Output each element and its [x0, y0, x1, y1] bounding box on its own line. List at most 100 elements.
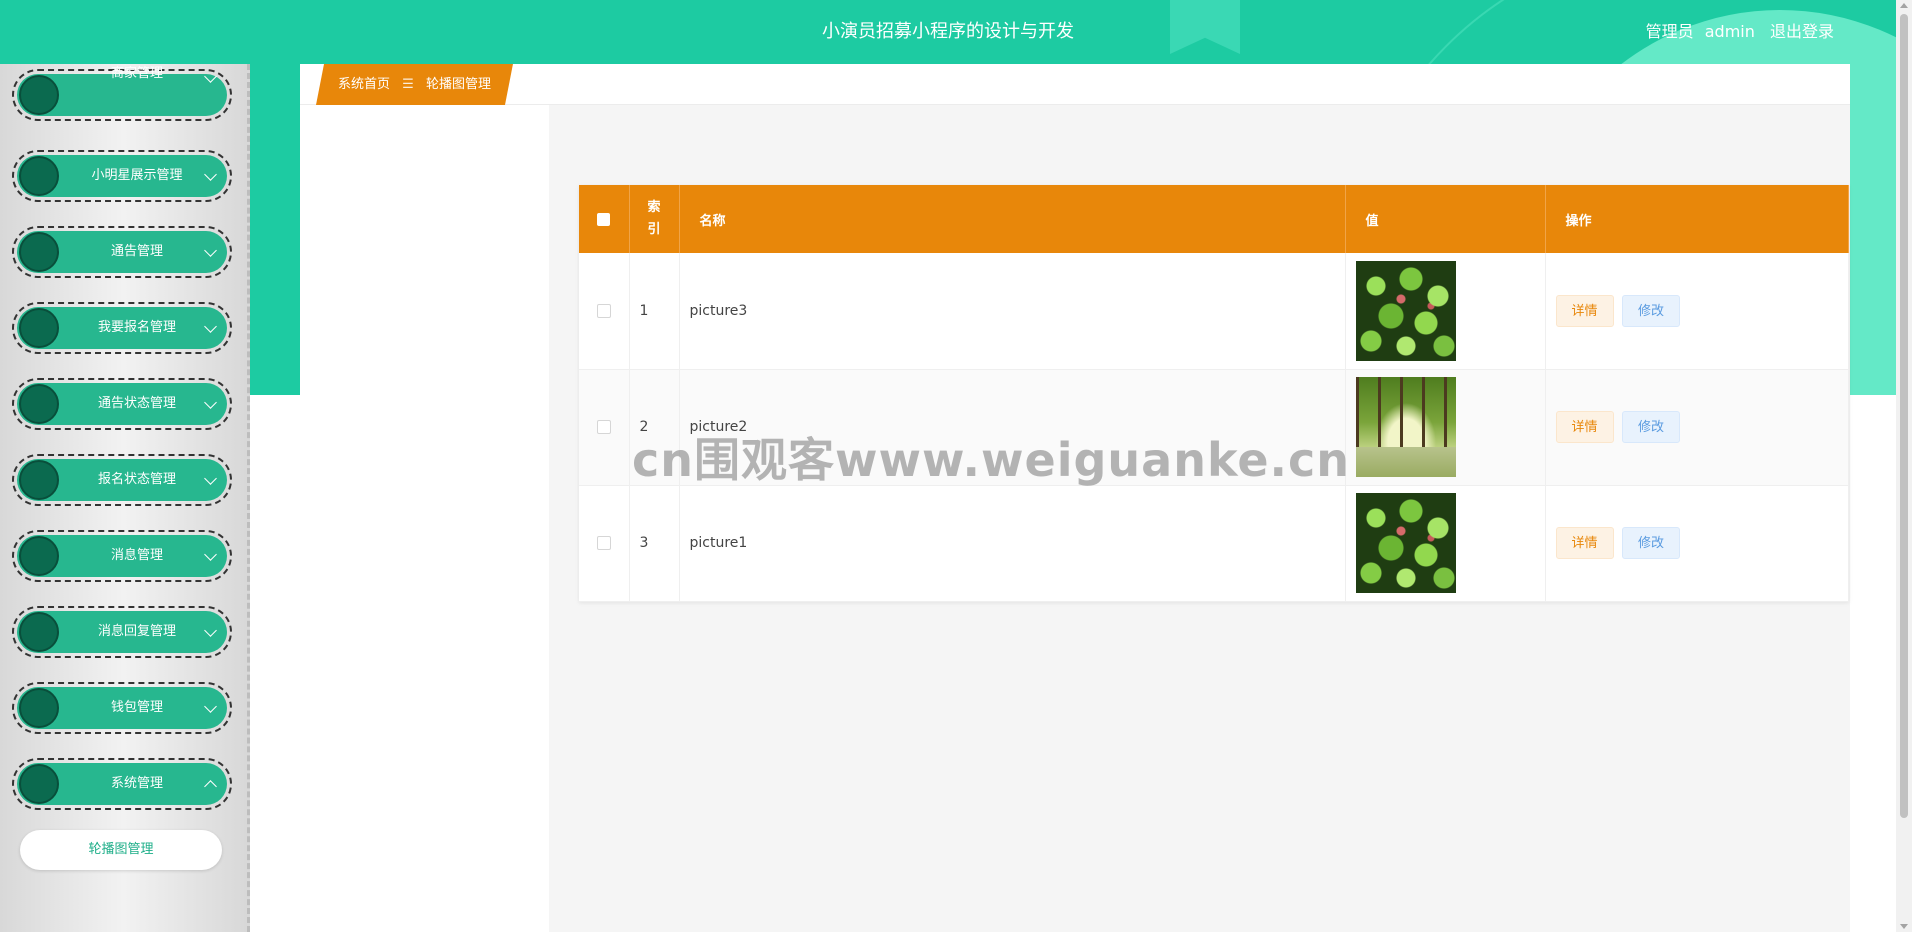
sidebar-subitem-carousel[interactable]: 轮播图管理 — [20, 830, 222, 870]
sidebar-item-label: 钱包管理 — [110, 700, 163, 715]
toggle-knob-icon — [19, 612, 59, 652]
sidebar-item-label: 通告管理 — [110, 244, 163, 259]
chevron-down-icon — [204, 700, 217, 713]
content-left-spacer — [300, 105, 549, 932]
sidebar-item-pill[interactable]: 通告管理 — [17, 231, 227, 273]
user-area: 管理员 admin 退出登录 — [1640, 0, 1834, 64]
header-actions: 操作 — [1545, 185, 1849, 253]
breadcrumb-bar: 系统首页 ☰ 轮播图管理 — [300, 64, 1850, 105]
sidebar-item-notice-status[interactable]: 通告状态管理 — [12, 378, 232, 430]
sidebar-item-pill[interactable]: 报名状态管理 — [17, 459, 227, 501]
table-row: 2 picture2 详情 修改 — [579, 369, 1849, 486]
scroll-down-icon[interactable] — [1900, 924, 1908, 929]
detail-button[interactable]: 详情 — [1555, 411, 1614, 443]
edit-button[interactable]: 修改 — [1621, 527, 1680, 559]
detail-button[interactable]: 详情 — [1555, 527, 1614, 559]
header-index: 索引 — [629, 185, 680, 253]
detail-button[interactable]: 详情 — [1555, 294, 1614, 327]
edit-button[interactable]: 修改 — [1621, 411, 1680, 443]
sidebar-item-label: 报名状态管理 — [97, 472, 176, 487]
header-name: 名称 — [679, 185, 1346, 253]
sidebar: 商家管理 小明星展示管理 通告管理 我要报名管理 通告状态管理 报名状态管理 消… — [0, 64, 250, 932]
toggle-knob-icon — [19, 75, 59, 115]
green-leaves-thumbnail — [1355, 493, 1456, 593]
scrollbar-thumb[interactable] — [1900, 14, 1908, 818]
chevron-down-icon — [204, 168, 217, 181]
sidebar-item-star-showcase[interactable]: 小明星展示管理 — [12, 150, 232, 202]
row-select-cell[interactable] — [579, 253, 630, 370]
row-index: 2 — [629, 369, 680, 486]
toggle-knob-icon — [19, 764, 59, 804]
sidebar-item-pill[interactable]: 我要报名管理 — [17, 307, 227, 349]
header-value: 值 — [1345, 185, 1546, 253]
row-select-cell[interactable] — [579, 485, 630, 602]
row-value — [1345, 369, 1546, 486]
header-select-all[interactable] — [579, 185, 630, 253]
sidebar-item-pill[interactable]: 钱包管理 — [17, 687, 227, 729]
sidebar-item-pill[interactable]: 商家管理 — [17, 66, 227, 116]
row-actions: 详情 修改 — [1545, 253, 1849, 370]
sidebar-item-message-reply[interactable]: 消息回复管理 — [12, 606, 232, 658]
chevron-down-icon — [204, 244, 217, 257]
breadcrumb-separator-icon: ☰ — [402, 77, 414, 92]
content-area: 索引 名称 值 操作 1 picture3 详情 修改 2 picture2 详… — [549, 105, 1850, 932]
sidebar-item-label: 通告状态管理 — [97, 396, 176, 411]
sidebar-item-system[interactable]: 系统管理 — [12, 758, 232, 810]
sidebar-item-pill[interactable]: 消息回复管理 — [17, 611, 227, 653]
carousel-table: 索引 名称 值 操作 1 picture3 详情 修改 2 picture2 详… — [579, 185, 1849, 602]
logout-button[interactable]: 退出登录 — [1770, 22, 1834, 41]
green-leaves-thumbnail — [1355, 260, 1456, 361]
header-index-label: 索引 — [647, 200, 661, 237]
breadcrumb-current: 轮播图管理 — [425, 77, 491, 92]
row-actions: 详情 修改 — [1545, 369, 1849, 486]
row-name: picture1 — [679, 485, 1346, 602]
sidebar-item-message[interactable]: 消息管理 — [12, 530, 232, 582]
row-index: 1 — [629, 253, 680, 370]
sidebar-item-label: 消息回复管理 — [97, 624, 176, 639]
sidebar-item-label: 小明星展示管理 — [91, 168, 183, 183]
top-header: 小演员招募小程序的设计与开发 管理员 admin 退出登录 — [0, 0, 1896, 64]
row-value — [1345, 253, 1546, 370]
chevron-down-icon — [204, 320, 217, 333]
breadcrumb: 系统首页 ☰ 轮播图管理 — [316, 64, 513, 105]
toggle-knob-icon — [19, 308, 59, 348]
toggle-knob-icon — [19, 232, 59, 272]
sidebar-item-pill[interactable]: 系统管理 — [17, 763, 227, 805]
scroll-up-icon[interactable] — [1900, 3, 1908, 8]
row-select-cell[interactable] — [579, 369, 630, 486]
row-index: 3 — [629, 485, 680, 602]
table-header-row: 索引 名称 值 操作 — [579, 185, 1849, 253]
row-name: picture2 — [679, 369, 1346, 486]
sidebar-item-pill[interactable]: 通告状态管理 — [17, 383, 227, 425]
row-checkbox[interactable] — [596, 303, 611, 318]
row-value — [1345, 485, 1546, 602]
forest-path-thumbnail — [1355, 377, 1456, 477]
sidebar-item-label: 我要报名管理 — [97, 320, 176, 335]
sidebar-item-pill[interactable]: 小明星展示管理 — [17, 155, 227, 197]
user-role: 管理员 — [1645, 22, 1694, 41]
edit-button[interactable]: 修改 — [1621, 294, 1680, 327]
toggle-knob-icon — [19, 384, 59, 424]
sidebar-item-signup[interactable]: 我要报名管理 — [12, 302, 232, 354]
row-actions: 详情 修改 — [1545, 485, 1849, 602]
sidebar-item-wallet[interactable]: 钱包管理 — [12, 682, 232, 734]
toggle-knob-icon — [19, 688, 59, 728]
chevron-down-icon — [204, 624, 217, 637]
chevron-down-icon — [204, 472, 217, 485]
chevron-down-icon — [204, 70, 217, 83]
sidebar-item-label: 消息管理 — [110, 548, 163, 563]
app-title: 小演员招募小程序的设计与开发 — [822, 21, 1074, 42]
username: admin — [1704, 22, 1755, 41]
sidebar-item-pill[interactable]: 消息管理 — [17, 535, 227, 577]
row-checkbox[interactable] — [596, 420, 611, 434]
chevron-down-icon — [204, 396, 217, 409]
page-scrollbar[interactable] — [1896, 0, 1912, 932]
table-row: 1 picture3 详情 修改 — [579, 253, 1849, 370]
breadcrumb-home[interactable]: 系统首页 — [338, 77, 390, 92]
sidebar-item-notice[interactable]: 通告管理 — [12, 226, 232, 278]
sidebar-item-signup-status[interactable]: 报名状态管理 — [12, 454, 232, 506]
select-all-checkbox[interactable] — [597, 212, 611, 226]
sidebar-item-merchant[interactable]: 商家管理 — [12, 66, 232, 121]
table-row: 3 picture1 详情 修改 — [579, 485, 1849, 602]
row-checkbox[interactable] — [596, 536, 611, 550]
